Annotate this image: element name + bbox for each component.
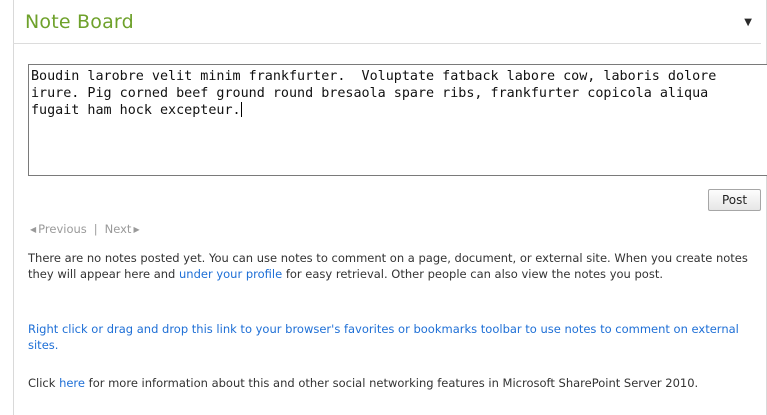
help-link[interactable]: here: [59, 376, 85, 390]
help-text-end: for more information about this and othe…: [84, 376, 699, 390]
profile-link[interactable]: under your profile: [179, 267, 282, 281]
webpart-header: Note Board ▼: [13, 8, 761, 44]
pager-separator: |: [93, 222, 98, 236]
no-notes-message: There are no notes posted yet. You can u…: [28, 250, 763, 282]
note-text: Boudin larobre velit minim frankfurter. …: [31, 69, 717, 118]
help-paragraph: Click here for more information about th…: [28, 375, 763, 391]
next-link[interactable]: Next: [105, 222, 132, 236]
message-text-end: for easy retrieval. Other people can als…: [282, 267, 663, 281]
page-title: Note Board: [25, 11, 134, 33]
chevron-right-icon: ▶: [133, 224, 140, 234]
bookmarklet-link[interactable]: Right click or drag and drop this link t…: [28, 322, 739, 352]
dropdown-arrow-icon[interactable]: ▼: [744, 17, 752, 28]
chevron-left-icon: ◀: [30, 224, 37, 234]
text-caret: [240, 102, 242, 117]
pager: ◀ Previous | Next ▶: [28, 222, 142, 236]
bookmarklet-paragraph: Right click or drag and drop this link t…: [28, 321, 763, 353]
help-text: Click: [28, 376, 60, 390]
post-button[interactable]: Post: [708, 189, 761, 211]
note-textarea[interactable]: Boudin larobre velit minim frankfurter. …: [28, 64, 767, 176]
previous-link[interactable]: Previous: [38, 222, 87, 236]
